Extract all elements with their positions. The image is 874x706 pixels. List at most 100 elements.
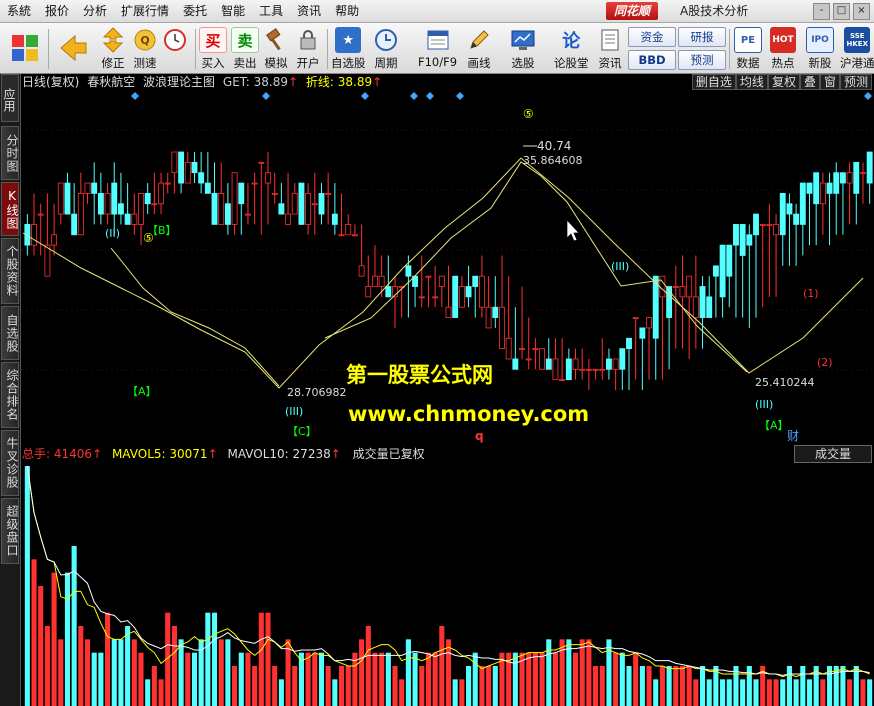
toolbar-button-data[interactable]: PE 数据 xyxy=(734,25,762,71)
marker-q: q xyxy=(475,429,484,443)
windows-logo-button[interactable] xyxy=(10,25,40,71)
menu-quotes[interactable]: 报价 xyxy=(38,0,76,22)
toolbar-label-correct: 修正 xyxy=(101,56,125,70)
toolbar-button-period[interactable]: 周期 xyxy=(373,25,399,71)
volume-bar xyxy=(278,679,284,706)
menu-tools[interactable]: 工具 xyxy=(252,0,290,22)
candle-body xyxy=(325,192,332,195)
sidebar-item-intraday[interactable]: 分时图 xyxy=(1,126,19,180)
candle-body xyxy=(612,358,619,370)
toolbar-button-sell[interactable]: 卖 卖出 xyxy=(231,25,259,71)
sidebar-item-apps[interactable]: 应用 xyxy=(1,74,19,122)
low-left-value-label: 28.706982 xyxy=(287,386,347,399)
candle-body xyxy=(472,275,479,287)
sidebar-item-diagnosis[interactable]: 牛叉诊股 xyxy=(1,430,19,496)
menu-smart[interactable]: 智能 xyxy=(214,0,252,22)
volume-tab[interactable]: 成交量 xyxy=(794,445,872,463)
toolbar-button-watchlist[interactable]: ★ 自选股 xyxy=(331,25,366,71)
candle-body xyxy=(860,172,866,175)
toolbar-button-draw[interactable]: 画线 xyxy=(466,25,492,71)
candle-body xyxy=(619,348,626,370)
price-high-label: 40.74 xyxy=(537,139,571,153)
volume-bar xyxy=(412,652,418,706)
candle-body xyxy=(746,234,753,246)
wave-label: (1) xyxy=(803,287,819,300)
menu-trade[interactable]: 委托 xyxy=(176,0,214,22)
toolbar-label-ipo: 新股 xyxy=(808,56,832,70)
candle-body xyxy=(224,203,231,225)
wave-line-main xyxy=(22,157,864,389)
maximize-button[interactable]: □ xyxy=(833,3,850,20)
volume-bar xyxy=(125,626,131,706)
kline-chart[interactable]: (II) 【B】 ⑤ 【A】 【C】 (III) ⑤ (III) 【A】 (1)… xyxy=(21,90,874,445)
volume-bar xyxy=(138,652,144,706)
toolbar-button-timer[interactable] xyxy=(162,25,188,71)
toolbar-button-hk-connect[interactable]: SSE HKEX 沪港通 xyxy=(840,25,874,71)
sidebar-item-ranking[interactable]: 综合排名 xyxy=(1,362,19,428)
bbd-button[interactable]: BBD xyxy=(628,50,676,70)
funds-button[interactable]: 资金 xyxy=(628,27,676,47)
toolbar-button-hot[interactable]: HOT 热点 xyxy=(770,25,796,71)
volume-bar xyxy=(51,572,57,706)
predict-button[interactable]: 预测 xyxy=(839,74,872,90)
toolbar-button-news[interactable]: 资讯 xyxy=(597,25,623,71)
menu-info[interactable]: 资讯 xyxy=(290,0,328,22)
menu-help[interactable]: 帮助 xyxy=(328,0,366,22)
sidebar-item-kline[interactable]: K线图 xyxy=(1,182,19,236)
volume-bar xyxy=(265,612,271,706)
candle-body xyxy=(726,244,733,277)
adjust-button[interactable]: 复权 xyxy=(767,74,800,90)
menu-extended-quotes[interactable]: 扩展行情 xyxy=(114,0,176,22)
toolbar-button-simulate[interactable]: 模拟 xyxy=(263,25,289,71)
volume-bar xyxy=(673,666,679,706)
toolbar-button-ipo[interactable]: IPO 新股 xyxy=(806,25,834,71)
volume-bar xyxy=(245,652,251,706)
moving-average-button[interactable]: 均线 xyxy=(735,74,768,90)
up-arrow-icon: ↑ xyxy=(288,75,299,89)
volume-bar xyxy=(766,679,772,706)
minimize-button[interactable]: - xyxy=(813,3,830,20)
volume-bar xyxy=(98,652,104,706)
zx-label: 折线: xyxy=(305,75,334,89)
candle-body xyxy=(231,172,238,225)
diamond-marker xyxy=(410,92,418,100)
candle-body xyxy=(164,182,171,185)
menu-analysis[interactable]: 分析 xyxy=(76,0,114,22)
close-button[interactable]: × xyxy=(853,3,870,20)
toolbar-button-stock-screen[interactable]: 选股 xyxy=(510,25,536,71)
signal-diamonds xyxy=(131,92,872,100)
volume-bar xyxy=(439,626,445,706)
candle-body xyxy=(218,192,225,225)
toolbar-button-speed[interactable]: Q 测速 xyxy=(132,25,158,71)
volume-bar xyxy=(258,612,264,706)
sidebar-item-stock-profile[interactable]: 个股资料 xyxy=(1,238,19,304)
window-button[interactable]: 窗 xyxy=(819,74,840,90)
toolbar-button-correct[interactable]: 修正 xyxy=(100,25,126,71)
period-label[interactable]: 日线(复权) xyxy=(22,75,79,89)
volume-bar xyxy=(820,679,826,706)
back-button[interactable] xyxy=(56,25,90,71)
overlay-button[interactable]: 叠 xyxy=(799,74,820,90)
sidebar-item-order-book[interactable]: 超级盘口 xyxy=(1,498,19,564)
candle-body xyxy=(739,224,746,256)
forecast-button[interactable]: 预测 xyxy=(678,50,726,70)
volume-bar xyxy=(786,666,792,706)
indicator-name[interactable]: 波浪理论主图 xyxy=(143,75,215,89)
sidebar-item-watchlist[interactable]: 自选股 xyxy=(1,306,19,360)
candle-body xyxy=(91,182,98,194)
toolbar-button-f10[interactable]: F10/F9 xyxy=(418,25,457,71)
toolbar-button-buy[interactable]: 买 买入 xyxy=(199,25,227,71)
volume-bar xyxy=(806,679,813,706)
research-report-button[interactable]: 研报 xyxy=(678,27,726,47)
remove-watchlist-button[interactable]: 删自选 xyxy=(691,74,736,90)
toolbar-button-forum[interactable]: 论 论股堂 xyxy=(554,25,589,71)
volume-bar xyxy=(746,666,752,706)
volume-bar xyxy=(379,652,385,706)
candle-body xyxy=(265,172,271,184)
svg-text:Q: Q xyxy=(140,34,149,47)
menu-system[interactable]: 系統 xyxy=(0,0,38,22)
candle-body xyxy=(77,192,84,236)
toolbar-button-open-account[interactable]: 开户 xyxy=(295,25,321,71)
candle-body xyxy=(171,151,178,174)
candle-body xyxy=(652,275,659,339)
